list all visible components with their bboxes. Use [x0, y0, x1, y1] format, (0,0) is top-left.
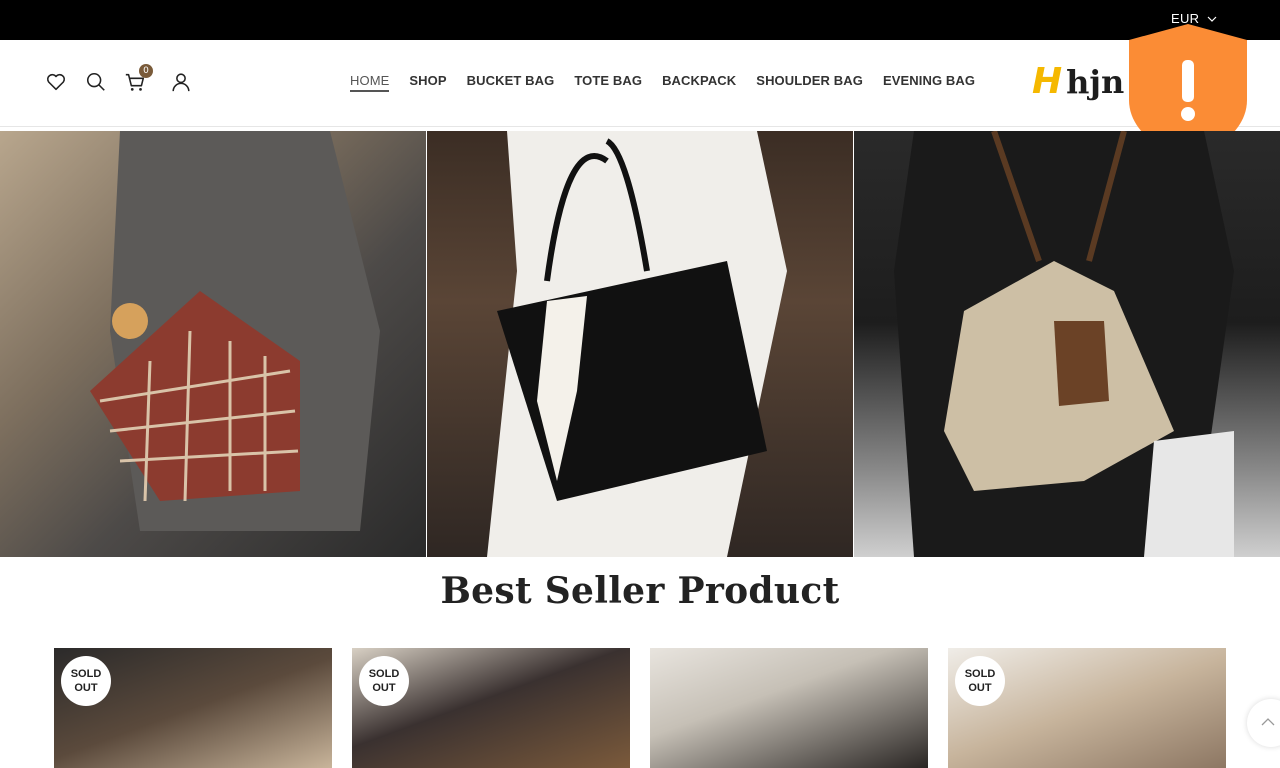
- product-card[interactable]: SOLD OUT: [948, 648, 1226, 768]
- black-tote-illustration: [487, 131, 787, 557]
- hero-image-tweed-backpack[interactable]: [854, 131, 1280, 557]
- cart-button[interactable]: 0: [124, 64, 153, 93]
- user-icon: [172, 73, 190, 92]
- sold-out-badge: SOLD OUT: [61, 656, 111, 706]
- sold-out-badge: SOLD OUT: [359, 656, 409, 706]
- top-bar: EUR: [0, 0, 1280, 40]
- nav-tote-bag[interactable]: TOTE BAG: [574, 73, 642, 92]
- chevron-up-icon: [1261, 718, 1275, 726]
- wishlist-button[interactable]: [45, 71, 67, 93]
- section-title: Best Seller Product: [440, 570, 840, 612]
- product-card[interactable]: SOLD OUT: [54, 648, 332, 768]
- hero-image-black-tote-bag[interactable]: [427, 131, 854, 557]
- logo-mark: H: [1032, 61, 1063, 102]
- scroll-to-top-button[interactable]: [1247, 699, 1280, 747]
- nav-home[interactable]: HOME: [350, 73, 390, 92]
- hero-image-plaid-shoulder-bag[interactable]: [0, 131, 427, 557]
- product-card[interactable]: [650, 648, 928, 768]
- nav-shop[interactable]: SHOP: [409, 73, 446, 92]
- nav-bucket-bag[interactable]: BUCKET BAG: [467, 73, 555, 92]
- nav-evening-bag[interactable]: EVENING BAG: [883, 73, 975, 92]
- heart-icon: [46, 73, 66, 91]
- account-button[interactable]: [170, 71, 192, 93]
- main-nav: HOME SHOP BUCKET BAG TOTE BAG BACKPACK S…: [350, 73, 975, 92]
- tweed-bag-illustration: [894, 131, 1234, 557]
- hero-banner[interactable]: [0, 131, 1280, 557]
- site-header: 0 HOME SHOP BUCKET BAG TOTE BAG BACKPACK…: [0, 40, 1280, 127]
- cart-count-badge: 0: [139, 64, 153, 78]
- product-card[interactable]: SOLD OUT: [352, 648, 630, 768]
- logo-text: hjn: [1066, 63, 1125, 101]
- nav-backpack[interactable]: BACKPACK: [662, 73, 736, 92]
- nav-shoulder-bag[interactable]: SHOULDER BAG: [756, 73, 863, 92]
- sold-out-badge: SOLD OUT: [955, 656, 1005, 706]
- search-icon: [86, 72, 105, 91]
- product-grid: SOLD OUT SOLD OUT SOLD OUT: [54, 648, 1226, 768]
- search-button[interactable]: [85, 71, 107, 93]
- site-logo[interactable]: H hjn: [1032, 64, 1124, 100]
- plaid-bag-illustration: [90, 131, 380, 531]
